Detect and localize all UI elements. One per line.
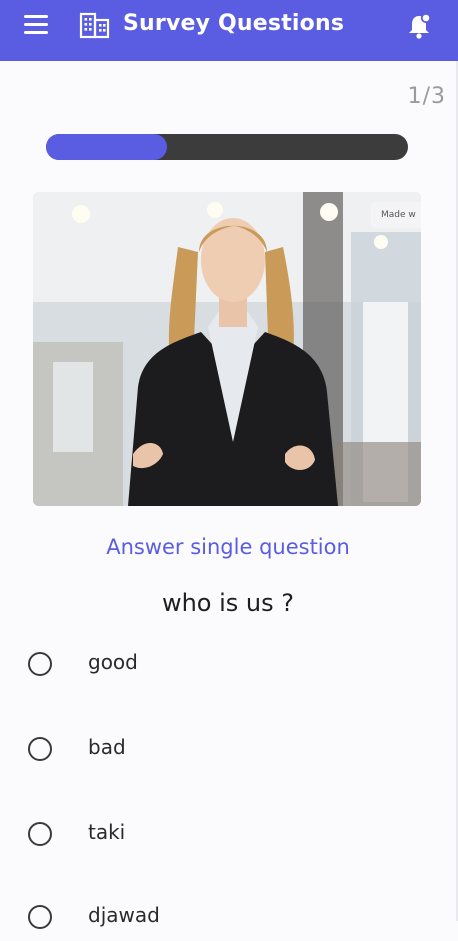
radio-button[interactable] <box>28 822 52 846</box>
progress-bar <box>46 134 408 160</box>
question-type-label: Answer single question <box>106 535 350 559</box>
progress-fill <box>46 134 167 160</box>
option-label: bad <box>88 735 126 759</box>
option-djawad[interactable]: djawad <box>28 901 428 941</box>
menu-icon[interactable] <box>24 13 48 35</box>
option-good[interactable]: good <box>28 648 428 688</box>
radio-button[interactable] <box>28 652 52 676</box>
app-bar: Survey Questions <box>0 0 458 61</box>
question-video[interactable]: Made w <box>33 192 421 506</box>
radio-button[interactable] <box>28 905 52 929</box>
option-label: good <box>88 650 138 674</box>
watermark-badge: Made w <box>371 202 421 228</box>
option-taki[interactable]: taki <box>28 818 428 858</box>
option-bad[interactable]: bad <box>28 733 428 773</box>
question-text: who is us ? <box>161 589 295 617</box>
building-icon <box>79 12 110 39</box>
radio-button[interactable] <box>28 737 52 761</box>
presenter-image <box>33 192 421 506</box>
bell-icon[interactable] <box>406 12 432 40</box>
option-label: djawad <box>88 903 160 927</box>
option-label: taki <box>88 820 126 844</box>
page-title: Survey Questions <box>123 11 345 36</box>
question-counter: 1/3 <box>407 84 446 109</box>
